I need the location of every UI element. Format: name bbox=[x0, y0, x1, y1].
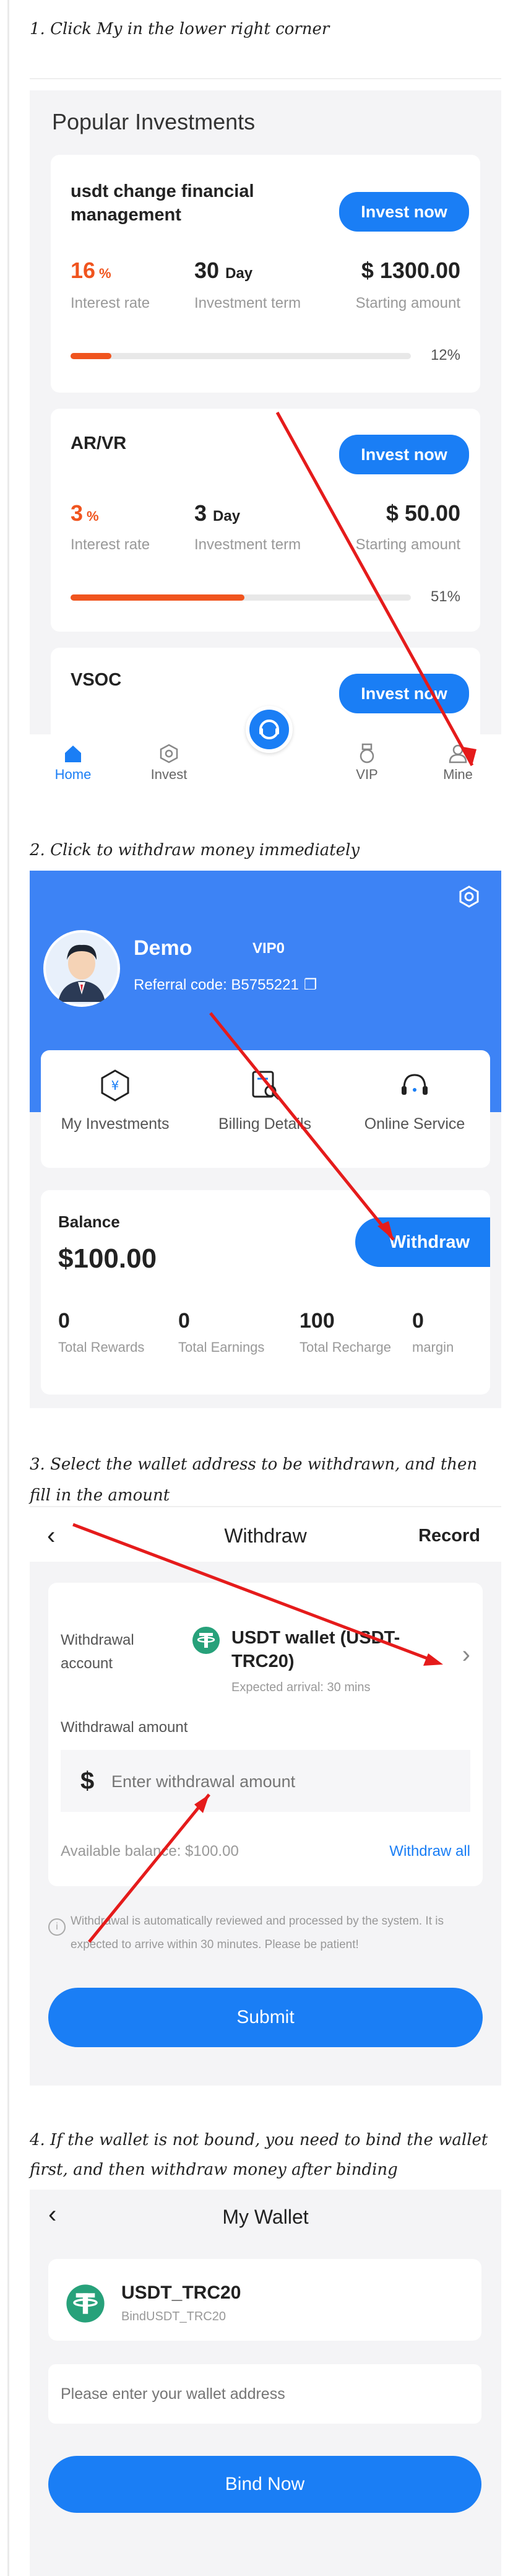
step-4-caption: 4. If the wallet is not bound, you need … bbox=[30, 2131, 488, 2179]
invest-screen: Popular Investments usdt change financia… bbox=[30, 90, 501, 809]
step-3-caption: 3. Select the wallet address to be withd… bbox=[30, 1455, 478, 1505]
bind-subtitle: BindUSDT_TRC20 bbox=[121, 2310, 226, 2323]
annotation-arrow bbox=[72, 1523, 443, 1943]
left-border bbox=[7, 0, 9, 2576]
coin-name: USDT_TRC20 bbox=[121, 2282, 241, 2303]
wallet-screen: ‹ My Wallet USDT_TRC20 BindUSDT_TRC20 Bi… bbox=[30, 2190, 501, 2576]
step-2-caption: 2. Click to withdraw money immediately bbox=[30, 841, 360, 859]
profile-screen: Demo VIP0 Referral code: B5755221 ❐ ¥ My … bbox=[30, 871, 501, 1408]
annotation-arrow bbox=[275, 411, 476, 767]
divider bbox=[30, 1506, 501, 1507]
wallet-coin-card[interactable]: USDT_TRC20 BindUSDT_TRC20 bbox=[48, 2259, 481, 2341]
tether-icon bbox=[66, 2284, 105, 2323]
page-title: My Wallet bbox=[222, 2206, 309, 2228]
divider bbox=[30, 78, 501, 79]
annotation-arrow bbox=[209, 1012, 395, 1241]
wallet-address-input[interactable] bbox=[48, 2364, 481, 2424]
bind-now-button[interactable]: Bind Now bbox=[48, 2456, 481, 2513]
withdraw-screen: ‹ Withdraw Record Withdrawal account USD… bbox=[30, 1508, 501, 2086]
step-1-caption: 1. Click My in the lower right corner bbox=[30, 20, 330, 38]
